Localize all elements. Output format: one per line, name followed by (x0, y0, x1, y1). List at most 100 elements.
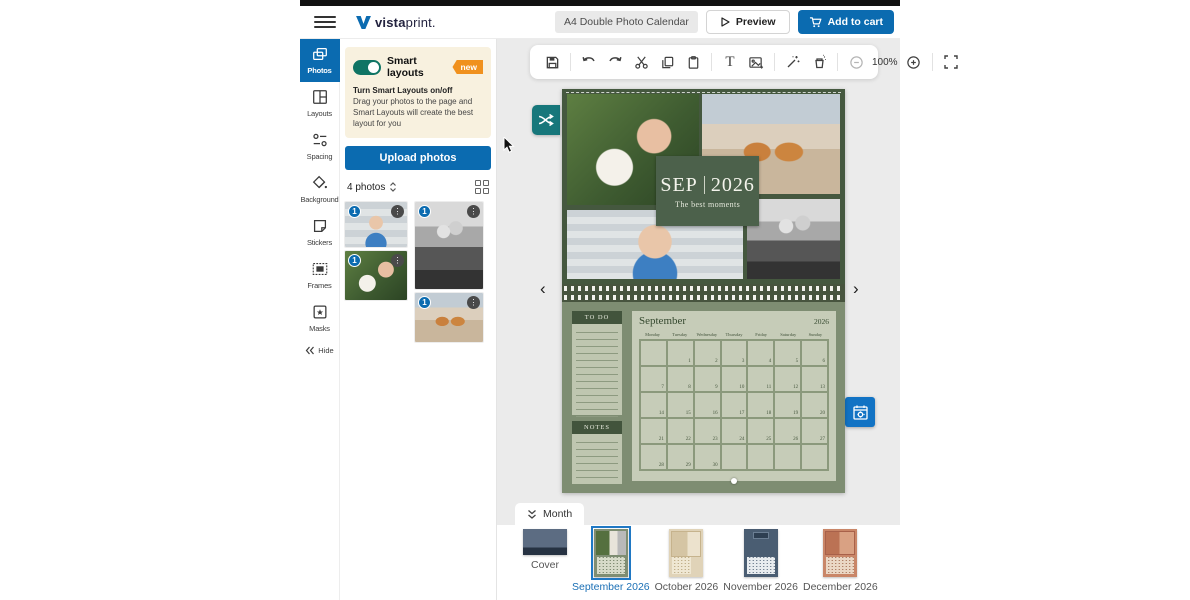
canvas-column: T 100% ‹ › SEP 2026 The best moments TO … (497, 39, 958, 600)
tagline: The best moments (675, 199, 741, 209)
shuffle-icon (538, 113, 554, 127)
rail-item-photos[interactable]: Photos (299, 39, 340, 82)
day-cell-3: 3 (720, 340, 748, 366)
day-cell-1: 1 (666, 340, 694, 366)
page-thumbnail[interactable] (523, 529, 567, 555)
spiral-binding (562, 284, 845, 302)
filmstrip-page-october-2026[interactable]: October 2026 (655, 529, 718, 593)
rail-item-frames[interactable]: Frames (300, 254, 340, 297)
usage-badge: 1 (348, 205, 361, 219)
day-cell-13: 13 (801, 366, 828, 392)
preview-button[interactable]: Preview (705, 10, 790, 34)
weekday-monday: Monday (645, 332, 661, 337)
layouts-icon (312, 90, 327, 104)
upload-photos-button[interactable]: Upload photos (345, 146, 491, 171)
zoom-in-icon[interactable] (902, 50, 926, 74)
month-tab[interactable]: Month (515, 503, 585, 525)
day-cell-23: 23 (693, 418, 721, 444)
smart-layouts-toggle[interactable] (353, 59, 381, 75)
menu-icon[interactable] (314, 13, 336, 31)
text-tool-icon[interactable]: T (718, 50, 742, 74)
canvas-toolbar: T 100% (530, 45, 958, 79)
year: 2026 (710, 173, 755, 196)
ruled-line (576, 326, 618, 333)
add-to-cart-button[interactable]: Add to cart (797, 10, 894, 34)
day-cell-9: 9 (693, 366, 721, 392)
page-calendar-section[interactable]: TO DO NOTES September 2026 Monday Tuesda… (562, 302, 845, 493)
month-title-box[interactable]: SEP 2026 The best moments (655, 155, 760, 227)
resize-handle[interactable] (731, 478, 737, 484)
rail-item-stickers[interactable]: Stickers (300, 211, 340, 254)
paste-icon[interactable] (681, 50, 705, 74)
page-filmstrip: Month Cover September 2026 October 2026 Nov… (497, 503, 900, 600)
next-page-arrow[interactable]: › (853, 279, 859, 299)
month-grid-box[interactable]: September 2026 Monday Tuesday Wednesday Thu… (632, 311, 836, 484)
trim-line (566, 92, 841, 93)
ruled-line (576, 382, 618, 389)
tool-rail: Photos Layouts Spacing Background Sticke… (299, 39, 340, 600)
page-thumbnail[interactable] (590, 526, 631, 580)
day-cell-28: 28 (640, 444, 667, 470)
rail-item-masks[interactable]: Masks (300, 297, 340, 340)
month-short: SEP (660, 173, 698, 196)
filmstrip-page-november-2026[interactable]: November 2026 (723, 529, 798, 593)
redo-icon[interactable] (603, 50, 627, 74)
zoom-out-icon[interactable] (844, 50, 868, 74)
photo-couple-black-white[interactable]: 1 ⋮ (415, 202, 483, 290)
ruled-line (576, 403, 618, 410)
day-cell-7: 7 (640, 366, 667, 392)
page-thumbnail[interactable] (823, 529, 858, 577)
image-tool-icon[interactable] (744, 50, 768, 74)
filmstrip-page-cover[interactable]: Cover (523, 529, 567, 571)
grid-year: 2026 (814, 317, 829, 326)
page-photo-section[interactable]: SEP 2026 The best moments (562, 89, 845, 284)
photo-corgis-on-beach[interactable]: 1 ⋮ (415, 293, 483, 343)
effects-icon[interactable] (807, 50, 831, 74)
product-title: A4 Double Photo Calendar (554, 11, 698, 33)
vistaprint-logo[interactable]: vistaprint. (356, 15, 436, 30)
rail-item-layouts[interactable]: Layouts (300, 82, 340, 125)
notes-box[interactable]: NOTES (572, 421, 622, 484)
magic-wand-icon[interactable] (781, 50, 805, 74)
day-cell-18: 18 (747, 392, 775, 418)
ruled-line (576, 443, 618, 450)
photo-options-icon[interactable]: ⋮ (467, 205, 480, 219)
header: vistaprint. A4 Double Photo Calendar Pre… (300, 6, 900, 39)
rail-item-spacing[interactable]: Spacing (300, 125, 340, 168)
cut-icon[interactable] (629, 50, 653, 74)
photo-girl-ice-cream[interactable]: 1 ⋮ (345, 202, 407, 248)
photo-options-icon[interactable]: ⋮ (391, 205, 404, 219)
background-icon (312, 175, 327, 189)
day-cell-2: 2 (693, 340, 721, 366)
hide-panel-button[interactable]: Hide (305, 346, 334, 355)
page-photo-couple-black-white[interactable] (747, 198, 840, 279)
rail-item-background[interactable]: Background (300, 168, 340, 211)
page-thumbnail[interactable] (669, 529, 704, 577)
todo-box[interactable]: TO DO (572, 311, 622, 417)
screen: vistaprint. A4 Double Photo Calendar Pre… (0, 0, 1190, 600)
filmstrip-page-december-2026[interactable]: December 2026 (803, 529, 878, 593)
shuffle-layout-button[interactable] (532, 105, 560, 135)
previous-page-arrow[interactable]: ‹ (540, 279, 546, 299)
photo-boy-with-dog[interactable]: 1 ⋮ (345, 251, 407, 301)
calendar-settings-button[interactable] (845, 397, 875, 427)
photo-options-icon[interactable]: ⋮ (391, 254, 404, 268)
photo-options-icon[interactable]: ⋮ (467, 296, 480, 310)
calendar-page[interactable]: SEP 2026 The best moments TO DO NOTES Se… (562, 89, 845, 493)
day-cell-empty (640, 340, 667, 366)
day-cell-17: 17 (720, 392, 748, 418)
filmstrip-page-september-2026[interactable]: September 2026 (572, 526, 650, 593)
smart-layouts-tooltip-body: Drag your photos to the page and Smart L… (353, 97, 474, 128)
cart-icon (809, 17, 822, 28)
smart-layouts-card: Smart layouts new Turn Smart Layouts on/… (345, 47, 491, 139)
sort-order-icon[interactable] (389, 182, 397, 193)
day-cell-empty (774, 444, 802, 470)
smart-layouts-label: Smart layouts (387, 55, 424, 79)
save-icon[interactable] (540, 50, 564, 74)
grid-view-icon[interactable] (475, 180, 489, 195)
fullscreen-icon[interactable] (939, 50, 963, 74)
page-thumbnail[interactable] (743, 529, 778, 577)
usage-badge: 1 (418, 205, 431, 219)
undo-icon[interactable] (577, 50, 601, 74)
copy-icon[interactable] (655, 50, 679, 74)
